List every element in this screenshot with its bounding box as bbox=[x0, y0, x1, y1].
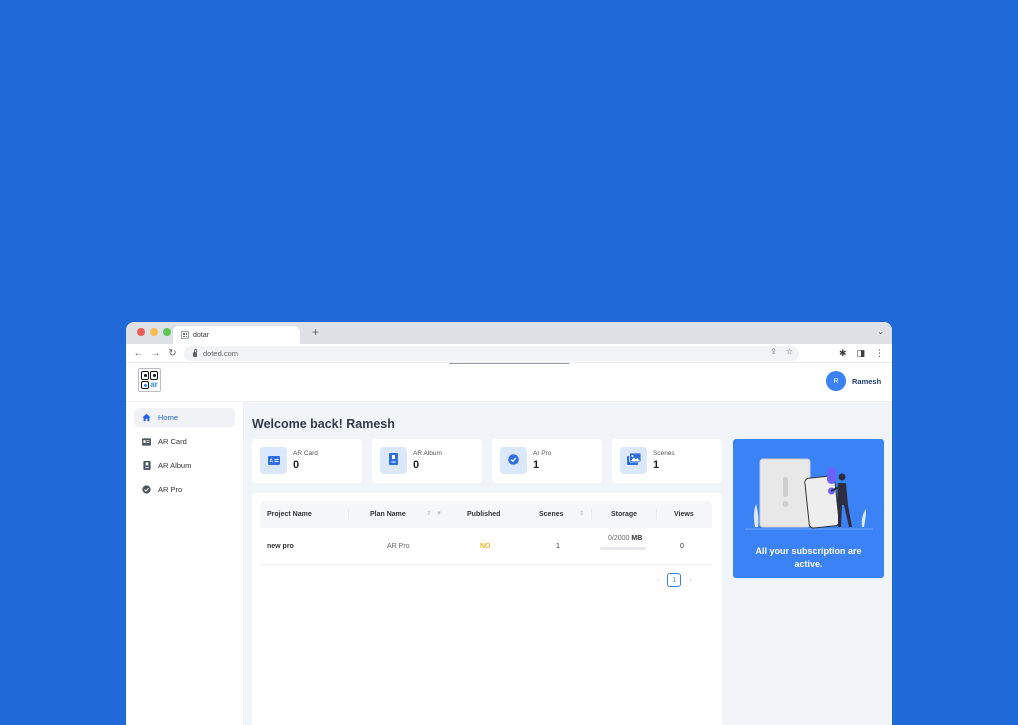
subscription-illustration bbox=[745, 458, 873, 530]
sort-icon[interactable]: ⇕ bbox=[426, 501, 431, 528]
column-divider bbox=[348, 509, 349, 520]
storage-used: 0/2000 bbox=[608, 535, 630, 542]
subscription-status-card: All your subscription are active. bbox=[733, 439, 884, 578]
cell-published-status: NO bbox=[480, 543, 491, 550]
stat-card-ar-album[interactable]: AR Album 0 bbox=[372, 439, 482, 483]
storage-unit: MB bbox=[631, 535, 643, 542]
page-1-button[interactable]: 1 bbox=[667, 573, 682, 587]
subscription-message: All your subscription are active. bbox=[755, 546, 862, 569]
sidebar: Home AR Card AR Album AR Pro bbox=[126, 402, 244, 725]
column-header-project-name[interactable]: Project Name bbox=[267, 501, 312, 528]
column-header-views[interactable]: Views bbox=[674, 501, 694, 528]
cell-views: 0 bbox=[680, 543, 684, 550]
album-icon bbox=[389, 452, 398, 470]
cell-storage: 0/2000 MB bbox=[608, 535, 642, 542]
stat-icon-box bbox=[500, 447, 527, 474]
stat-icon-box: A bbox=[260, 447, 287, 474]
column-divider bbox=[591, 509, 592, 520]
cell-project-name[interactable]: new pro bbox=[267, 528, 294, 565]
sidebar-item-ar-album[interactable]: AR Album bbox=[134, 456, 235, 475]
back-arrow-icon[interactable]: ← bbox=[132, 344, 145, 363]
images-icon bbox=[626, 452, 641, 470]
app-logo[interactable]: ar bbox=[138, 368, 161, 392]
check-circle-icon bbox=[142, 485, 151, 494]
extensions-puzzle-icon[interactable]: ✱ bbox=[839, 344, 847, 363]
cell-scenes: 1 bbox=[556, 543, 560, 550]
home-icon bbox=[142, 413, 151, 422]
browser-window: dotar + ⌄ ← → ↻ doted.com ⇪ ☆ ✱ ◨ ⋮ ar R… bbox=[126, 322, 892, 725]
share-icon[interactable]: ⇪ bbox=[770, 347, 777, 356]
lock-icon bbox=[193, 349, 197, 357]
table-header: Project Name Plan Name ⇕ ▼ Published Sce… bbox=[260, 501, 712, 528]
app-header: ar R Ramesh bbox=[126, 364, 892, 402]
stat-label: AR Card bbox=[293, 450, 318, 457]
album-icon bbox=[142, 461, 151, 470]
check-circle-icon bbox=[508, 452, 519, 470]
logo-ar-mark: ar bbox=[150, 379, 158, 389]
logo-mark bbox=[141, 380, 149, 389]
pagination: ‹ 1 › bbox=[657, 573, 692, 587]
new-tab-button[interactable]: + bbox=[312, 325, 319, 339]
browser-tab-bar: dotar + ⌄ bbox=[126, 322, 892, 344]
logo-mark bbox=[141, 371, 149, 380]
page-title: Welcome back! Ramesh bbox=[252, 417, 395, 431]
stat-label: Ar Pro bbox=[533, 450, 552, 457]
logo-mark bbox=[150, 371, 158, 380]
side-panel-icon[interactable]: ◨ bbox=[856, 344, 865, 363]
column-header-storage[interactable]: Storage bbox=[611, 501, 637, 528]
sidebar-item-ar-card[interactable]: AR Card bbox=[134, 432, 235, 451]
projects-table-panel: Project Name Plan Name ⇕ ▼ Published Sce… bbox=[252, 493, 722, 725]
column-header-scenes[interactable]: Scenes bbox=[539, 501, 564, 528]
stat-card-ar-card[interactable]: A AR Card 0 bbox=[252, 439, 362, 483]
chevron-down-icon[interactable]: ⌄ bbox=[877, 327, 884, 336]
address-bar[interactable]: doted.com ⇪ ☆ bbox=[184, 346, 799, 361]
stat-label: Scenes bbox=[653, 450, 675, 457]
sidebar-item-label: AR Album bbox=[158, 461, 192, 470]
stat-card-scenes[interactable]: Scenes 1 bbox=[612, 439, 722, 483]
minimize-window-button[interactable] bbox=[150, 328, 158, 336]
tab-title: dotar bbox=[193, 331, 209, 339]
filter-icon[interactable]: ▼ bbox=[436, 501, 442, 528]
column-header-plan-name[interactable]: Plan Name bbox=[370, 501, 406, 528]
stat-card-ar-pro[interactable]: Ar Pro 1 bbox=[492, 439, 602, 483]
stat-value: 0 bbox=[413, 459, 420, 471]
prev-page-button[interactable]: ‹ bbox=[657, 577, 659, 584]
sidebar-item-ar-pro[interactable]: AR Pro bbox=[134, 480, 235, 499]
sort-icon[interactable]: ⇕ bbox=[579, 501, 584, 528]
main-content: Welcome back! Ramesh A AR Card 0 AR Albu… bbox=[244, 402, 892, 725]
browser-tab-active[interactable]: dotar bbox=[173, 326, 300, 344]
url-text: doted.com bbox=[203, 349, 239, 358]
maximize-window-button[interactable] bbox=[163, 328, 171, 336]
browser-toolbar: ← → ↻ doted.com ⇪ ☆ ✱ ◨ ⋮ bbox=[126, 344, 892, 363]
stat-icon-box bbox=[620, 447, 647, 474]
reload-icon[interactable]: ↻ bbox=[166, 344, 179, 363]
sidebar-item-home[interactable]: Home bbox=[134, 408, 235, 427]
id-card-icon: A bbox=[267, 452, 280, 470]
bookmark-star-icon[interactable]: ☆ bbox=[786, 347, 793, 356]
window-controls bbox=[137, 328, 171, 336]
id-card-icon bbox=[142, 437, 151, 446]
table-row[interactable]: new pro AR Pro NO 1 0/2000 MB 0 bbox=[260, 528, 712, 565]
stat-value: 1 bbox=[653, 459, 660, 471]
cell-plan-name: AR Pro bbox=[387, 543, 410, 550]
next-page-button[interactable]: › bbox=[689, 577, 691, 584]
letter-r bbox=[870, 95, 1018, 725]
stat-value: 0 bbox=[293, 459, 300, 471]
sidebar-item-label: AR Card bbox=[158, 437, 187, 446]
user-name[interactable]: Ramesh bbox=[852, 377, 881, 386]
more-vert-icon[interactable]: ⋮ bbox=[875, 344, 884, 363]
storage-progress-bar bbox=[600, 547, 646, 550]
avatar[interactable]: R bbox=[826, 371, 846, 391]
favicon-icon bbox=[181, 331, 189, 339]
stat-icon-box bbox=[380, 447, 407, 474]
close-window-button[interactable] bbox=[137, 328, 145, 336]
stat-label: AR Album bbox=[413, 450, 442, 457]
column-header-published[interactable]: Published bbox=[467, 501, 500, 528]
column-divider bbox=[656, 509, 657, 520]
forward-arrow-icon[interactable]: → bbox=[149, 344, 162, 363]
sidebar-item-label: Home bbox=[158, 413, 179, 422]
sidebar-item-label: AR Pro bbox=[158, 485, 183, 494]
stat-value: 1 bbox=[533, 459, 540, 471]
